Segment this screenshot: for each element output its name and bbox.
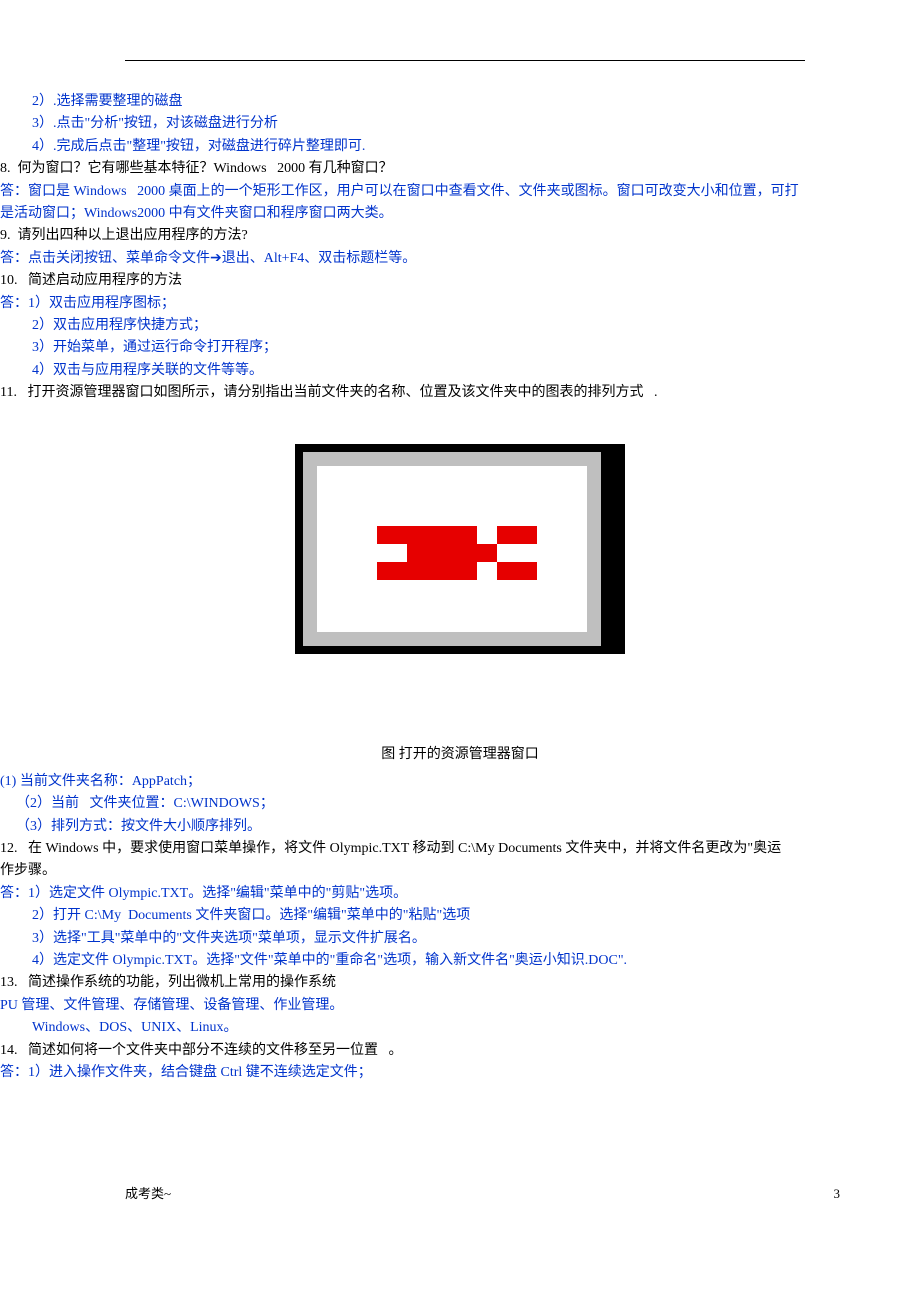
answer-9: 答：点击关闭按钮、菜单命令文件➔退出、Alt+F4、双击标题栏等。 xyxy=(0,248,920,270)
page-footer: 成考类~ 3 xyxy=(0,1124,920,1225)
question-12-cont: 作步骤。 xyxy=(0,860,920,882)
answer-line: 2）.选择需要整理的磁盘 xyxy=(0,91,920,113)
answer-14-line: 答：1）进入操作文件夹，结合键盘 Ctrl 键不连续选定文件； xyxy=(0,1062,920,1084)
figure-border xyxy=(303,452,601,646)
red-shape-icon xyxy=(377,562,477,580)
answer-12-line: 2）打开 C:\My Documents 文件夹窗口。选择"编辑"菜单中的"粘贴… xyxy=(0,905,920,927)
answer-line: 4）.完成后点击"整理"按钮，对磁盘进行碎片整理即可. xyxy=(0,136,920,158)
document-content: 2）.选择需要整理的磁盘 3）.点击"分析"按钮，对该磁盘进行分析 4）.完成后… xyxy=(0,91,920,1124)
figure-canvas xyxy=(317,466,587,632)
red-shape-icon xyxy=(497,562,537,580)
figure-screenshot xyxy=(295,444,625,654)
answer-10-line: 3）开始菜单，通过运行命令打开程序； xyxy=(0,337,920,359)
figure-caption: 图 打开的资源管理器窗口 xyxy=(0,744,920,766)
answer-12-line: 答：1）选定文件 Olympic.TXT。选择"编辑"菜单中的"剪贴"选项。 xyxy=(0,883,920,905)
page-number: 3 xyxy=(834,1184,841,1205)
answer-8-line: 答：窗口是 Windows 2000 桌面上的一个矩形工作区，用户可以在窗口中查… xyxy=(0,181,920,203)
answer-13-line: PU 管理、文件管理、存储管理、设备管理、作业管理。 xyxy=(0,995,920,1017)
answer-8-line: 是活动窗口；Windows2000 中有文件夹窗口和程序窗口两大类。 xyxy=(0,203,920,225)
answer-11-line: （2）当前 文件夹位置：C:\WINDOWS； xyxy=(0,793,920,815)
question-9: 9. 请列出四种以上退出应用程序的方法? xyxy=(0,225,920,247)
red-shape-icon xyxy=(407,544,497,562)
question-8: 8. 何为窗口？它有哪些基本特征？Windows 2000 有几种窗口？ xyxy=(0,158,920,180)
red-shape-icon xyxy=(497,526,537,544)
answer-11-line: (1) 当前文件夹名称：AppPatch； xyxy=(0,771,920,793)
answer-10-line: 2）双击应用程序快捷方式； xyxy=(0,315,920,337)
answer-10-line: 4）双击与应用程序关联的文件等等。 xyxy=(0,360,920,382)
answer-line: 3）.点击"分析"按钮，对该磁盘进行分析 xyxy=(0,113,920,135)
question-13: 13. 简述操作系统的功能，列出微机上常用的操作系统 xyxy=(0,972,920,994)
answer-10-line: 答：1）双击应用程序图标； xyxy=(0,293,920,315)
footer-left: 成考类~ xyxy=(125,1184,171,1205)
answer-13-line: Windows、DOS、UNIX、Linux。 xyxy=(0,1017,920,1039)
question-11: 11. 打开资源管理器窗口如图所示，请分别指出当前文件夹的名称、位置及该文件夹中… xyxy=(0,382,920,404)
header-rule xyxy=(125,60,805,61)
question-10: 10. 简述启动应用程序的方法 xyxy=(0,270,920,292)
answer-12-line: 4）选定文件 Olympic.TXT。选择"文件"菜单中的"重命名"选项，输入新… xyxy=(0,950,920,972)
document-page: 2）.选择需要整理的磁盘 3）.点击"分析"按钮，对该磁盘进行分析 4）.完成后… xyxy=(0,60,920,1225)
question-12: 12. 在 Windows 中，要求使用窗口菜单操作，将文件 Olympic.T… xyxy=(0,838,920,860)
question-14: 14. 简述如何将一个文件夹中部分不连续的文件移至另一位置 。 xyxy=(0,1040,920,1062)
figure-container xyxy=(0,444,920,654)
answer-12-line: 3）选择"工具"菜单中的"文件夹选项"菜单项，显示文件扩展名。 xyxy=(0,928,920,950)
answer-11-line: （3）排列方式：按文件大小顺序排列。 xyxy=(0,816,920,838)
red-shape-icon xyxy=(377,526,477,544)
